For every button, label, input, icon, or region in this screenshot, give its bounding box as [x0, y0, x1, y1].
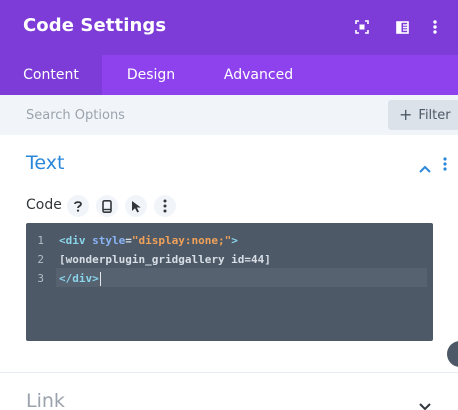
section-more-icon[interactable]	[442, 156, 452, 176]
sidebar-layout-icon[interactable]	[392, 17, 412, 37]
code-token-string: "display:none;"	[131, 234, 232, 247]
code-token-text: [wonderplugin_gridgallery id=44]	[59, 253, 271, 266]
help-icon[interactable]	[67, 195, 89, 217]
search-bar: + Filter	[0, 95, 458, 135]
more-vertical-icon[interactable]	[154, 195, 176, 217]
code-token-attr: style	[92, 234, 126, 247]
screenshot-focus-icon[interactable]	[352, 17, 372, 37]
code-token-eq: =	[125, 234, 132, 247]
chevron-down-icon[interactable]	[418, 397, 432, 410]
text-cursor	[99, 272, 101, 286]
page-title: Code Settings	[23, 15, 167, 36]
modal-header: Code Settings	[0, 0, 458, 55]
tab-design[interactable]: Design	[102, 55, 200, 95]
code-editor[interactable]: 1 2 3 <div style="display:none;"> [wonde…	[26, 223, 433, 341]
section-divider	[0, 372, 458, 373]
drag-handle[interactable]	[447, 341, 458, 367]
search-input[interactable]	[0, 95, 380, 135]
line-number: 2	[37, 253, 44, 266]
code-line: [wonderplugin_gridgallery id=44]	[59, 250, 271, 269]
mobile-icon[interactable]	[96, 195, 118, 217]
plus-icon: +	[399, 105, 413, 124]
more-vertical-icon[interactable]	[425, 17, 445, 37]
cursor-icon[interactable]	[125, 195, 147, 217]
section-title-text[interactable]: Text	[26, 152, 64, 174]
settings-tabs: Content Design Advanced	[0, 55, 458, 95]
code-token-tag: </div>	[59, 272, 99, 285]
code-token-tag: <div	[59, 234, 86, 247]
tab-content[interactable]: Content	[0, 55, 102, 95]
code-line: <div style="display:none;">	[59, 231, 271, 250]
code-line: </div>	[59, 269, 271, 288]
filter-label: Filter	[418, 107, 451, 123]
code-token-tag: >	[231, 234, 238, 247]
section-title-link[interactable]: Link	[26, 390, 65, 410]
code-content[interactable]: <div style="display:none;"> [wonderplugi…	[59, 231, 271, 288]
tab-advanced[interactable]: Advanced	[200, 55, 317, 95]
line-number-gutter: 1 2 3	[26, 231, 50, 288]
line-number: 1	[37, 234, 44, 247]
chevron-up-icon[interactable]	[417, 160, 433, 173]
line-number: 3	[37, 272, 44, 285]
filter-button[interactable]: + Filter	[388, 100, 458, 130]
code-field-label: Code	[26, 197, 62, 213]
